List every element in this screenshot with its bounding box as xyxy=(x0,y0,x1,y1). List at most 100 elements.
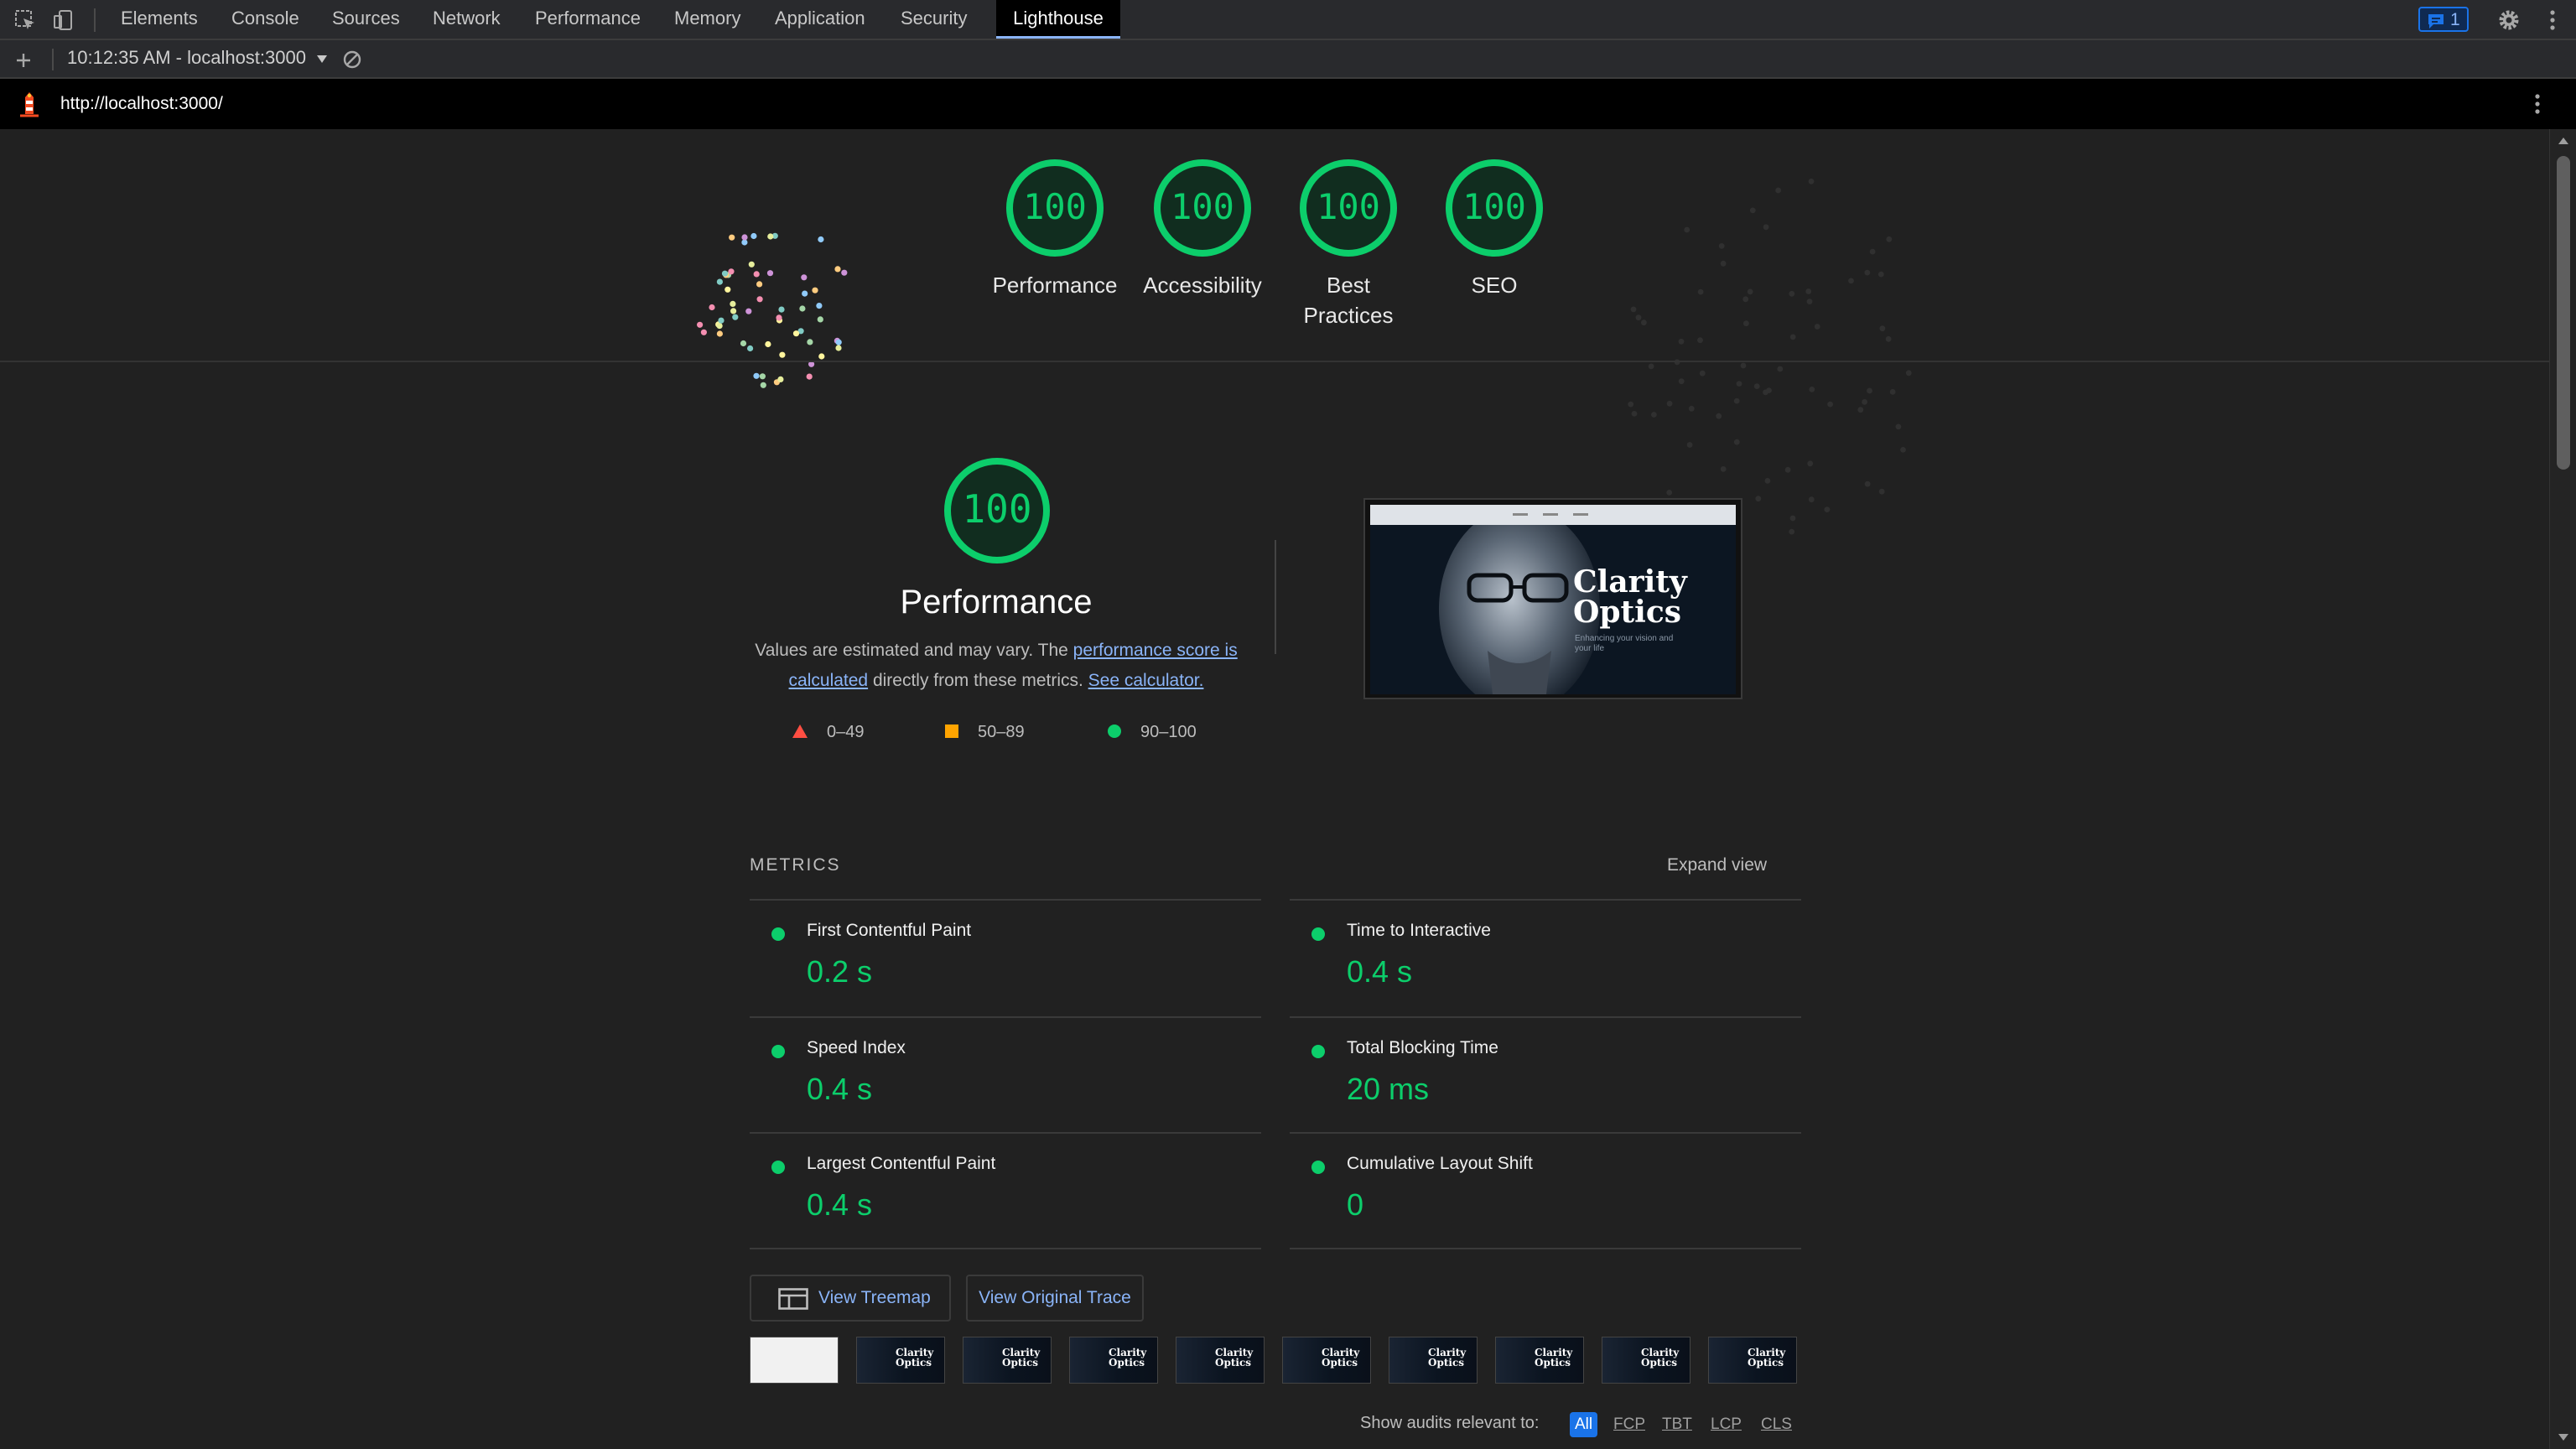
headline-line: Clarity xyxy=(1573,564,1687,600)
legend-range: 0–49 xyxy=(827,723,865,741)
confetti-dot xyxy=(740,340,747,347)
faded-confetti-dot xyxy=(1666,400,1673,407)
tab-security[interactable]: Security xyxy=(901,0,967,39)
scroll-up-arrow-icon[interactable] xyxy=(2558,136,2569,146)
gauge-performance-large: 100 xyxy=(943,456,1052,565)
inspect-element-icon[interactable] xyxy=(13,8,37,32)
scroll-down-arrow-icon[interactable] xyxy=(2558,1432,2569,1442)
frame-text: Clarity Optics xyxy=(1109,1347,1147,1368)
legend-range: 90–100 xyxy=(1140,723,1197,741)
report-select[interactable]: 10:12:35 AM - localhost:3000 xyxy=(67,47,328,69)
faded-confetti-dot xyxy=(1699,370,1706,377)
faded-confetti-dot xyxy=(1789,528,1795,535)
faded-confetti-dot xyxy=(1651,412,1657,418)
faded-confetti-dot xyxy=(1648,363,1654,370)
lighthouse-report: 100 Performance 100 Accessibility 100 Be… xyxy=(0,129,2549,1449)
tab-application[interactable]: Application xyxy=(775,0,865,39)
screenshot-subtitle: Enhancing your vision and your life xyxy=(1575,634,1674,653)
tab-console[interactable]: Console xyxy=(231,0,299,39)
faded-confetti-dot xyxy=(1824,506,1831,512)
faded-confetti-dot xyxy=(1720,260,1727,267)
gauge-seo[interactable]: 100 xyxy=(1444,158,1545,258)
clear-icon[interactable] xyxy=(342,49,362,70)
confetti-dot xyxy=(801,274,808,281)
metric-title: Total Blocking Time xyxy=(1347,1038,1498,1057)
settings-gear-icon[interactable] xyxy=(2497,8,2521,32)
more-vert-icon[interactable] xyxy=(2546,8,2559,32)
view-treemap-button[interactable]: View Treemap xyxy=(750,1275,951,1322)
confetti-dot xyxy=(841,269,848,276)
expand-view-toggle[interactable]: Expand view xyxy=(1667,855,1767,875)
faded-confetti-dot xyxy=(1763,224,1769,231)
faded-confetti-dot xyxy=(1688,405,1695,412)
add-icon[interactable] xyxy=(13,50,34,70)
view-original-trace-button[interactable]: View Original Trace xyxy=(966,1275,1144,1322)
filter-tbt[interactable]: TBT xyxy=(1657,1412,1697,1437)
report-scrollbar[interactable] xyxy=(2549,129,2576,1449)
tab-memory[interactable]: Memory xyxy=(674,0,740,39)
issues-button[interactable]: 1 xyxy=(2418,7,2469,32)
tab-lighthouse[interactable]: Lighthouse xyxy=(996,0,1120,39)
filmstrip-frame: Clarity Optics xyxy=(1069,1337,1158,1384)
report-url[interactable]: http://localhost:3000/ xyxy=(60,94,223,114)
confetti-dot xyxy=(729,234,735,241)
faded-confetti-dot xyxy=(1879,325,1886,332)
filmstrip-frame: Clarity Optics xyxy=(1389,1337,1478,1384)
filmstrip-frame: Clarity Optics xyxy=(963,1337,1052,1384)
faded-confetti-dot xyxy=(1740,362,1747,369)
tab-performance[interactable]: Performance xyxy=(535,0,641,39)
final-screenshot[interactable]: Clarity Optics Enhancing your vision and… xyxy=(1363,498,1742,699)
calculator-link[interactable]: See calculator. xyxy=(1088,671,1204,690)
gauge-best-practices[interactable]: 100 xyxy=(1298,158,1399,258)
frame-text: Clarity Optics xyxy=(1428,1347,1467,1368)
tab-elements[interactable]: Elements xyxy=(121,0,198,39)
category-title: Performance xyxy=(900,584,1093,621)
confetti-dot xyxy=(748,261,755,267)
metric-largest-contentful-paint: Largest Contentful Paint 0.4 s xyxy=(750,1134,1259,1249)
tab-network[interactable]: Network xyxy=(433,0,501,39)
filter-fcp[interactable]: FCP xyxy=(1608,1412,1650,1437)
confetti-dot xyxy=(816,303,823,309)
faded-confetti-dot xyxy=(1666,490,1673,496)
filter-cls[interactable]: CLS xyxy=(1756,1412,1797,1437)
confetti-dot xyxy=(834,266,841,273)
faded-confetti-dot xyxy=(1805,288,1812,294)
confetti-dot xyxy=(697,321,704,328)
confetti-dot xyxy=(700,329,707,335)
gauge-label: Performance xyxy=(992,273,1118,298)
gauge-score: 100 xyxy=(962,486,1032,532)
confetti-dot xyxy=(835,345,842,351)
tab-sources[interactable]: Sources xyxy=(332,0,400,39)
more-vert-icon[interactable] xyxy=(2531,92,2544,116)
metric-value: 0.4 s xyxy=(1347,954,1413,989)
filter-all[interactable]: All xyxy=(1570,1412,1598,1437)
faded-confetti-dot xyxy=(1630,306,1637,313)
frame-text: Clarity Optics xyxy=(896,1347,934,1368)
faded-confetti-dot xyxy=(1733,397,1740,404)
faded-confetti-dot xyxy=(1827,401,1833,408)
metric-divider xyxy=(750,1248,1261,1249)
pass-indicator-icon xyxy=(771,1045,785,1058)
metric-divider xyxy=(1290,1248,1801,1249)
confetti-dot xyxy=(747,345,754,352)
device-toolbar-icon[interactable] xyxy=(52,8,75,32)
faded-confetti-dot xyxy=(1720,466,1727,472)
faded-confetti-dot xyxy=(1763,389,1768,396)
pass-indicator-icon xyxy=(1311,1045,1325,1058)
filter-lcp[interactable]: LCP xyxy=(1706,1412,1747,1437)
scrollbar-thumb[interactable] xyxy=(2557,156,2570,470)
faded-confetti-dot xyxy=(1877,271,1884,278)
confetti-dot xyxy=(802,290,808,297)
frame-text: Clarity Optics xyxy=(1535,1347,1573,1368)
pass-indicator-icon xyxy=(1311,927,1325,941)
fireworks-decoration xyxy=(697,232,848,388)
faded-confetti-dot xyxy=(1895,423,1902,430)
faded-confetti-dot xyxy=(1755,496,1762,502)
confetti-dot xyxy=(724,286,731,293)
confetti-dot xyxy=(730,300,736,307)
gauge-accessibility[interactable]: 100 xyxy=(1152,158,1253,258)
gauge-performance[interactable]: 100 xyxy=(1005,158,1105,258)
gauge-score: 100 xyxy=(1023,186,1087,227)
filmstrip-frame: Clarity Optics xyxy=(1495,1337,1584,1384)
toolbar-separator xyxy=(52,49,54,70)
